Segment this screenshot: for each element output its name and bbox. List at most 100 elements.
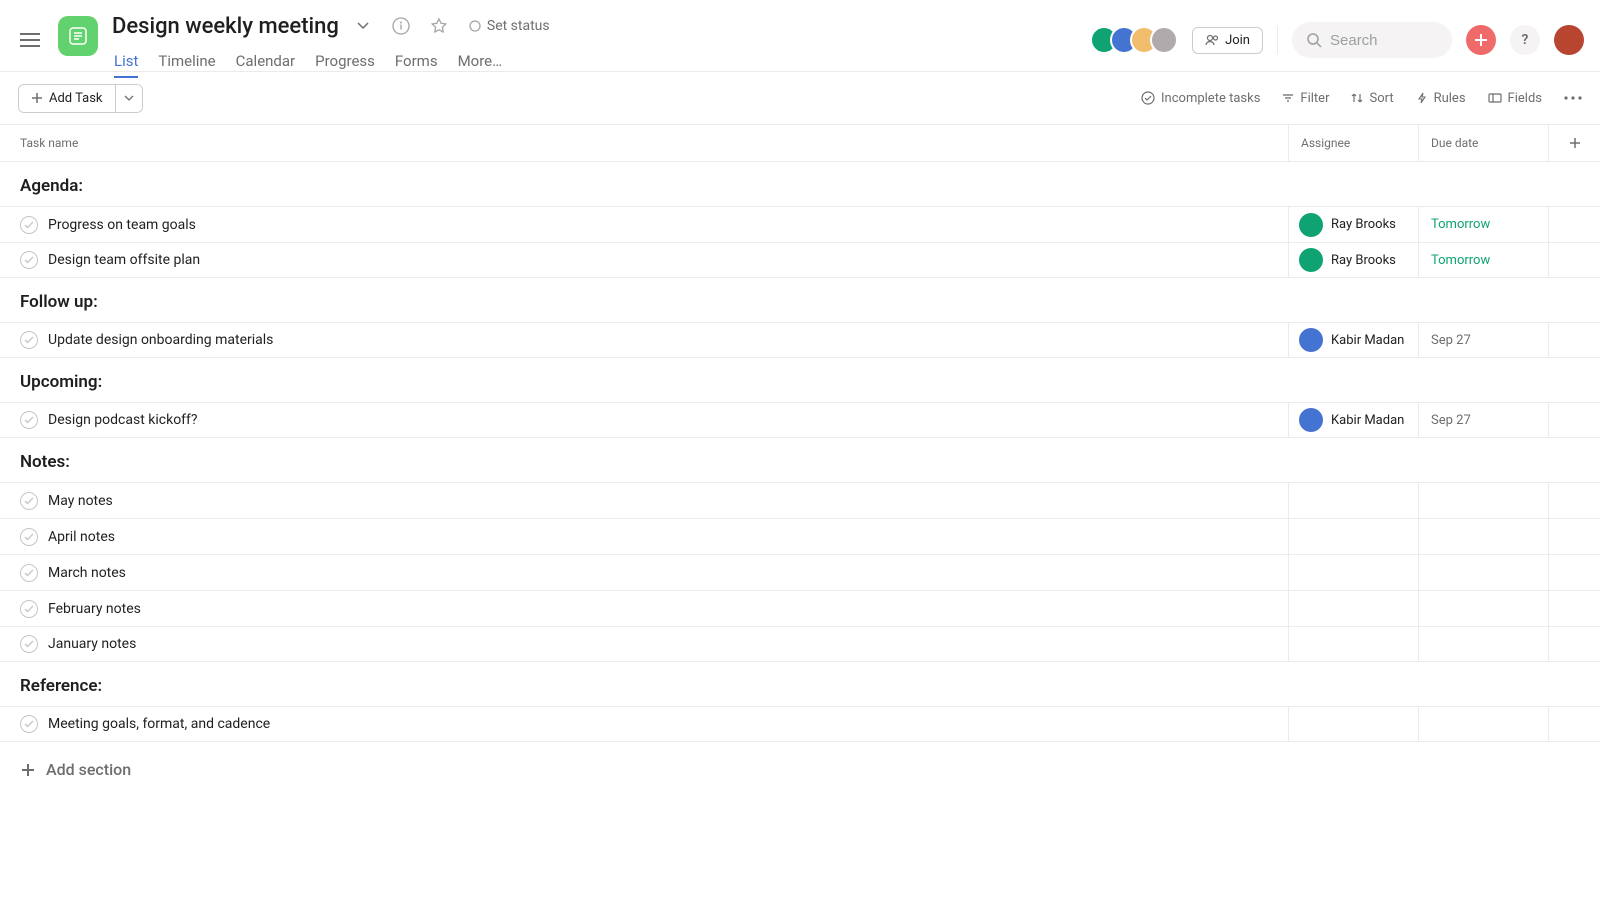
task-name-cell[interactable]: January notes: [0, 635, 1288, 653]
extra-cell: [1548, 519, 1600, 554]
search-input[interactable]: [1330, 32, 1430, 49]
due-date-cell[interactable]: Sep 27: [1418, 403, 1548, 437]
task-name-cell[interactable]: April notes: [0, 528, 1288, 546]
section-title[interactable]: Upcoming:: [0, 358, 1600, 402]
due-date-cell[interactable]: [1418, 707, 1548, 741]
task-row[interactable]: Design team offsite plan Ray BrooksTomorr…: [0, 242, 1600, 278]
task-name-cell[interactable]: March notes: [0, 564, 1288, 582]
complete-task-button[interactable]: [20, 251, 38, 269]
complete-task-button[interactable]: [20, 715, 38, 733]
chevron-down-icon[interactable]: [349, 12, 377, 40]
due-date-cell[interactable]: [1418, 519, 1548, 554]
tab-progress[interactable]: Progress: [315, 52, 375, 78]
task-row[interactable]: Meeting goals, format, and cadence: [0, 706, 1600, 742]
hamburger-menu-button[interactable]: [16, 26, 44, 54]
column-due-date[interactable]: Due date: [1418, 125, 1548, 161]
extra-cell: [1548, 627, 1600, 661]
task-row[interactable]: January notes: [0, 626, 1600, 662]
info-icon[interactable]: [387, 12, 415, 40]
section-block: Agenda:Progress on team goalsRay BrooksT…: [0, 162, 1600, 278]
rules-button[interactable]: Rules: [1416, 91, 1466, 106]
list-icon: [68, 26, 88, 46]
member-avatar[interactable]: [1150, 26, 1178, 54]
add-task-button[interactable]: Add Task: [19, 85, 115, 112]
complete-task-button[interactable]: [20, 528, 38, 546]
column-header-row: Task name Assignee Due date: [0, 124, 1600, 162]
assignee-cell[interactable]: [1288, 707, 1418, 741]
complete-task-button[interactable]: [20, 331, 38, 349]
task-name-label: Design team offsite plan: [48, 252, 200, 268]
assignee-cell[interactable]: [1288, 627, 1418, 661]
section-title[interactable]: Follow up:: [0, 278, 1600, 322]
tab-timeline[interactable]: Timeline: [158, 52, 215, 78]
assignee-cell[interactable]: Ray Brooks: [1288, 207, 1418, 242]
extra-cell: [1548, 207, 1600, 242]
task-row[interactable]: March notes: [0, 554, 1600, 590]
task-name-label: Meeting goals, format, and cadence: [48, 716, 270, 732]
task-name-cell[interactable]: Meeting goals, format, and cadence: [0, 715, 1288, 733]
task-row[interactable]: May notes: [0, 482, 1600, 518]
complete-task-button[interactable]: [20, 635, 38, 653]
assignee-cell[interactable]: Kabir Madan: [1288, 323, 1418, 357]
join-button[interactable]: Join: [1192, 27, 1263, 54]
complete-task-button[interactable]: [20, 216, 38, 234]
due-date-cell[interactable]: [1418, 483, 1548, 518]
task-row[interactable]: Update design onboarding materialsKabir …: [0, 322, 1600, 358]
assignee-cell[interactable]: [1288, 555, 1418, 590]
due-date-cell[interactable]: Tomorrow: [1418, 243, 1548, 277]
tab-calendar[interactable]: Calendar: [236, 52, 296, 78]
task-name-cell[interactable]: Design team offsite plan: [0, 251, 1288, 269]
assignee-cell[interactable]: [1288, 591, 1418, 626]
column-task-name[interactable]: Task name: [0, 136, 1288, 150]
task-name-cell[interactable]: Update design onboarding materials: [0, 331, 1288, 349]
task-row[interactable]: Progress on team goalsRay BrooksTomorrow: [0, 206, 1600, 242]
column-assignee[interactable]: Assignee: [1288, 125, 1418, 161]
help-button[interactable]: ?: [1510, 25, 1540, 55]
add-task-dropdown[interactable]: [115, 85, 142, 112]
complete-task-button[interactable]: [20, 411, 38, 429]
user-avatar[interactable]: [1554, 25, 1584, 55]
section-title[interactable]: Notes:: [0, 438, 1600, 482]
check-icon: [24, 533, 34, 541]
task-name-label: January notes: [48, 636, 136, 652]
add-column-button[interactable]: [1548, 125, 1600, 161]
tab-forms[interactable]: Forms: [395, 52, 438, 78]
sort-button[interactable]: Sort: [1351, 91, 1393, 106]
task-name-cell[interactable]: Progress on team goals: [0, 216, 1288, 234]
project-icon: [58, 16, 98, 56]
tab-list[interactable]: List: [114, 52, 138, 78]
section-title[interactable]: Agenda:: [0, 162, 1600, 206]
search-box[interactable]: [1292, 22, 1452, 58]
task-name-cell[interactable]: February notes: [0, 600, 1288, 618]
due-date-cell[interactable]: [1418, 555, 1548, 590]
due-date-cell[interactable]: [1418, 627, 1548, 661]
complete-task-button[interactable]: [20, 600, 38, 618]
assignee-cell[interactable]: Kabir Madan: [1288, 403, 1418, 437]
section-title[interactable]: Reference:: [0, 662, 1600, 706]
add-section-button[interactable]: Add section: [0, 742, 1600, 797]
global-add-button[interactable]: [1466, 25, 1496, 55]
search-icon: [1306, 32, 1322, 48]
assignee-cell[interactable]: Ray Brooks: [1288, 243, 1418, 277]
due-date-cell[interactable]: [1418, 591, 1548, 626]
more-actions-button[interactable]: [1564, 96, 1582, 100]
due-date-cell[interactable]: Tomorrow: [1418, 207, 1548, 242]
project-title[interactable]: Design weekly meeting: [112, 14, 339, 39]
task-name-cell[interactable]: May notes: [0, 492, 1288, 510]
task-name-cell[interactable]: Design podcast kickoff?: [0, 411, 1288, 429]
complete-task-button[interactable]: [20, 564, 38, 582]
task-row[interactable]: February notes: [0, 590, 1600, 626]
fields-button[interactable]: Fields: [1488, 91, 1542, 106]
member-avatars[interactable]: [1090, 26, 1178, 54]
due-date-cell[interactable]: Sep 27: [1418, 323, 1548, 357]
complete-task-button[interactable]: [20, 492, 38, 510]
assignee-cell[interactable]: [1288, 519, 1418, 554]
set-status-button[interactable]: Set status: [469, 18, 550, 34]
tab-more[interactable]: More…: [458, 52, 503, 78]
assignee-cell[interactable]: [1288, 483, 1418, 518]
task-row[interactable]: April notes: [0, 518, 1600, 554]
filter-button[interactable]: Filter: [1282, 91, 1329, 106]
star-icon[interactable]: [425, 12, 453, 40]
incomplete-tasks-filter[interactable]: Incomplete tasks: [1141, 91, 1260, 106]
task-row[interactable]: Design podcast kickoff?Kabir MadanSep 27: [0, 402, 1600, 438]
